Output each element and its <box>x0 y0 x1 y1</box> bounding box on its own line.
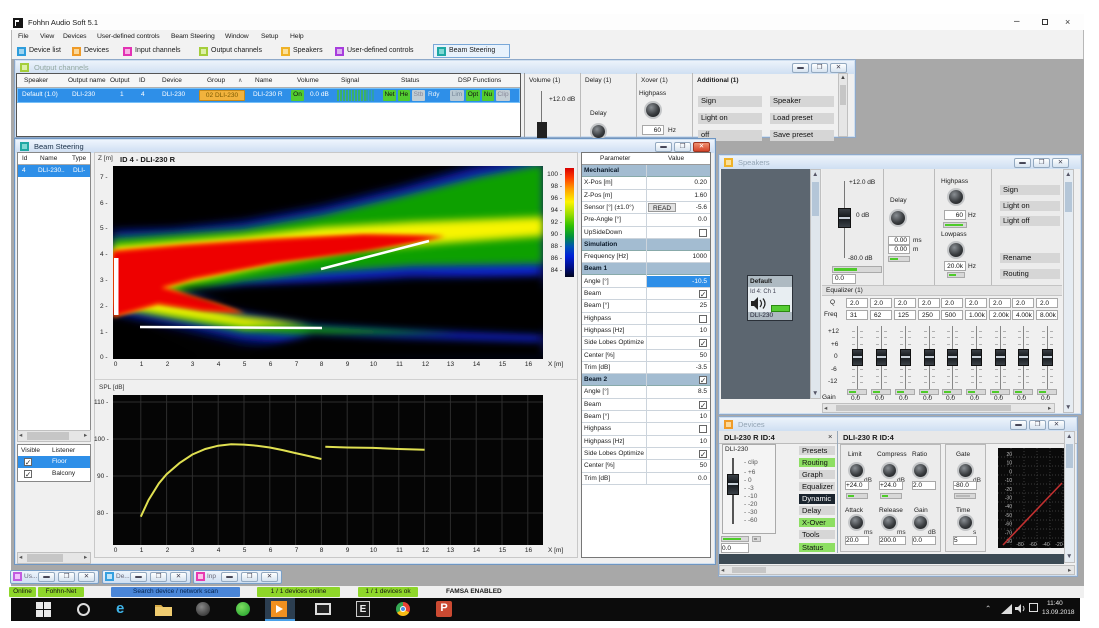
svg-text:-30: -30 <box>1005 496 1012 502</box>
svg-text:20: 20 <box>1006 452 1012 458</box>
svg-text:-40: -40 <box>1005 504 1012 510</box>
svg-text:10: 10 <box>1006 461 1012 467</box>
svg-text:-80: -80 <box>1016 542 1023 548</box>
svg-text:-60: -60 <box>1029 542 1036 548</box>
svg-text:-60: -60 <box>1005 522 1012 528</box>
svg-text:0: 0 <box>1009 469 1012 475</box>
svg-text:-40: -40 <box>1042 542 1049 548</box>
svg-text:-50: -50 <box>1005 513 1012 519</box>
svg-text:-20: -20 <box>1005 487 1012 493</box>
svg-text:-20: -20 <box>1055 542 1062 548</box>
svg-text:-10: -10 <box>1005 478 1012 484</box>
